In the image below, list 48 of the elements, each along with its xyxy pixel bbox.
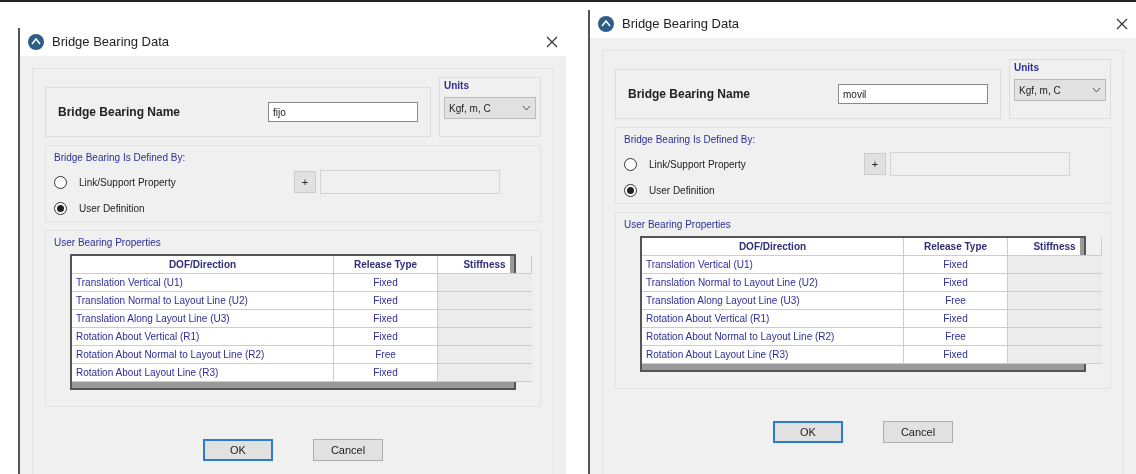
name-input-field[interactable]: movil [838,84,988,104]
table-cell: Rotation About Layout Line (R3) [642,346,904,364]
units-dropdown[interactable]: Kgf, m, C [444,97,536,119]
radio-option[interactable]: User Definition [624,182,715,198]
ok-button[interactable]: OK [203,439,273,461]
table-cell: Translation Vertical (U1) [642,256,904,274]
name-label: Bridge Bearing Name [58,104,182,121]
units-label: Units [1014,61,1040,75]
table-cell: Translation Normal to Layout Line (U2) [72,292,334,310]
radio-option[interactable]: User Definition [54,200,145,216]
section-label: User Bearing Properties [624,218,732,232]
column-header: DOF/Direction [72,256,334,274]
property-field[interactable] [890,152,1070,176]
add-button[interactable]: + [294,171,316,193]
table-cell: Rotation About Vertical (R1) [72,328,334,346]
name-input-field[interactable]: fijo [268,102,418,122]
section-label: Bridge Bearing Is Defined By: [624,133,757,147]
name-label: Bridge Bearing Name [628,86,752,103]
radio-option[interactable]: Link/Support Property [624,156,746,172]
section-label: Bridge Bearing Is Defined By: [54,151,187,165]
section-label: User Bearing Properties [54,236,162,250]
table-cell: Rotation About Layout Line (R3) [72,364,334,382]
ok-button[interactable]: OK [773,421,843,443]
radio-option[interactable]: Link/Support Property [54,174,176,190]
close-icon[interactable] [546,36,558,48]
table-cell: Translation Along Layout Line (U3) [72,310,334,328]
app-logo-icon [28,34,44,50]
window-title: Bridge Bearing Data [52,33,170,52]
units-dropdown[interactable]: Kgf, m, C [1014,79,1106,101]
property-field[interactable] [320,170,500,194]
add-button[interactable]: + [864,153,886,175]
chevron-down-icon [1092,87,1101,93]
table-cell: Translation Normal to Layout Line (U2) [642,274,904,292]
chevron-down-icon [522,105,531,111]
table-cell: Rotation About Vertical (R1) [642,310,904,328]
units-label: Units [444,79,470,93]
close-icon[interactable] [1116,18,1128,30]
window-title: Bridge Bearing Data [622,15,740,34]
column-header: DOF/Direction [642,238,904,256]
table-cell: Rotation About Normal to Layout Line (R2) [72,346,334,364]
table-cell: Translation Along Layout Line (U3) [642,292,904,310]
column-header: Release Type [904,238,1008,256]
table-cell: Translation Vertical (U1) [72,274,334,292]
table-cell: Rotation About Normal to Layout Line (R2) [642,328,904,346]
column-header: Release Type [334,256,438,274]
cancel-button[interactable]: Cancel [883,421,953,443]
app-logo-icon [598,16,614,32]
cancel-button[interactable]: Cancel [313,439,383,461]
